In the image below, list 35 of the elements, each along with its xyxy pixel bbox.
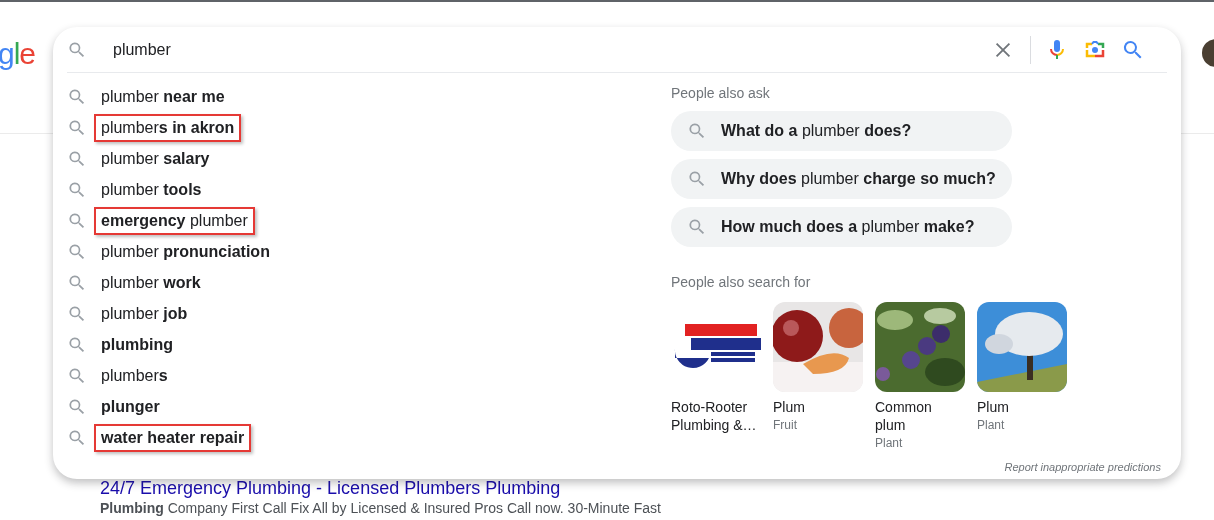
question-text: How much does a plumber make? [721,218,975,236]
entity-name[interactable]: Plum [977,398,1067,416]
question-text: What do a plumber does? [721,122,912,140]
suggestion-item[interactable]: plumber work [94,268,208,297]
entity-type: Fruit [773,417,798,434]
section-title: People also search for [671,274,811,290]
question-chip[interactable]: Why does plumber charge so much? [671,159,1012,199]
suggestion-item[interactable]: emergency plumber [94,206,255,235]
entity-name[interactable]: Common plum [875,398,965,434]
suggestion-item[interactable]: plumber job [94,299,195,328]
entity-name[interactable]: Plum [773,398,863,416]
suggestion-item[interactable]: plumber near me [94,82,232,111]
search-icon [687,121,707,141]
suggestion-item[interactable]: plumbing [94,330,180,359]
suggestion-item[interactable]: plumbers in akron [94,113,242,142]
entity-type: Plant [875,435,904,452]
result-snippet: Plumbing Company First Call Fix All by Licensed & Insured Pros Call now. 30-Minute Fast [100,500,662,516]
logo[interactable]: gle [0,36,36,72]
suggestion-item[interactable]: plumber pronunciation [94,237,277,266]
section-title: People also ask [671,85,770,101]
suggestion-item[interactable]: plumber tools [94,175,209,204]
suggestion-item[interactable]: plumbers [94,361,175,390]
result-title-link[interactable]: 24/7 Emergency Plumbing - Licensed Plumbers Plumbing [100,478,1214,498]
suggestion-item[interactable]: plumber salary [94,144,217,173]
suggestion-item[interactable]: plunger [94,392,167,421]
search-field[interactable]: plumber [101,40,978,59]
question-text: Why does plumber charge so much? [721,170,996,188]
question-chip[interactable]: What do a plumber does? [671,111,1012,151]
search-icon [687,217,707,237]
question-chip[interactable]: How much does a plumber make? [671,207,1012,247]
search-icon [687,169,707,189]
report-link[interactable]: Report inappropriate predictions [1004,461,1161,473]
entity-name[interactable]: Roto-Rooter Plumbing &… [671,398,761,434]
suggestion-item[interactable]: water heater repair [94,423,252,452]
entity-type: Plant [977,417,1006,434]
